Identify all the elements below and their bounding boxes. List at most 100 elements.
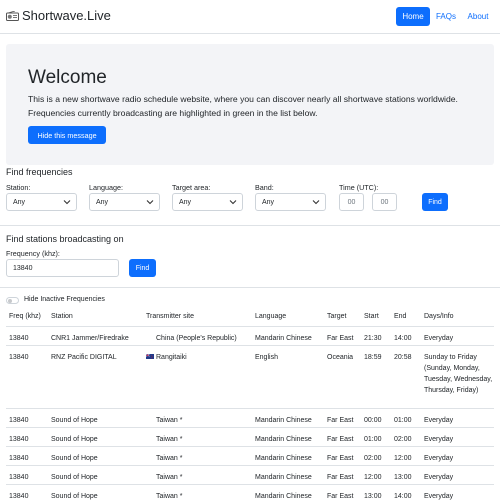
target-cell: Far East xyxy=(324,408,361,428)
days-cell: Sunday to Friday (Sunday, Monday, Tuesda… xyxy=(421,345,494,409)
start-cell: 18:59 xyxy=(361,345,391,409)
section-divider xyxy=(0,225,500,226)
site-cell: Taiwan * xyxy=(143,465,252,485)
welcome-jumbotron: Welcome This is a new shortwave radio sc… xyxy=(6,44,494,165)
language-cell: Mandarin Chinese xyxy=(252,465,324,485)
target-area-select[interactable]: Any xyxy=(172,193,243,211)
freq-cell: 13840 xyxy=(6,427,48,447)
station-select[interactable]: Any xyxy=(6,193,77,211)
column-header: Language xyxy=(252,308,324,327)
target-cell: Far East xyxy=(324,446,361,466)
nav-about[interactable]: About xyxy=(464,7,492,26)
start-cell: 12:00 xyxy=(361,465,391,485)
radio-icon xyxy=(6,10,19,21)
start-cell: 02:00 xyxy=(361,446,391,466)
freq-cell: 13840 xyxy=(6,484,48,500)
station-label: Station: xyxy=(6,183,31,192)
end-cell: 14:00 xyxy=(391,484,421,500)
end-cell: 01:00 xyxy=(391,408,421,428)
chevron-down-icon xyxy=(229,200,237,205)
end-cell: 14:00 xyxy=(391,326,421,346)
column-header: Start xyxy=(361,308,391,327)
start-cell: 13:00 xyxy=(361,484,391,500)
language-cell: Mandarin Chinese xyxy=(252,446,324,466)
table-row: 13840 Sound of Hope Taiwan * Mandarin Ch… xyxy=(6,465,494,485)
days-cell: Everyday xyxy=(421,446,494,466)
time-utc-label: Time (UTC): xyxy=(339,183,379,192)
target-cell: Far East xyxy=(324,326,361,346)
find-frequencies-title: Find frequencies xyxy=(6,167,73,177)
freq-cell: 13840 xyxy=(6,345,48,409)
end-cell: 02:00 xyxy=(391,427,421,447)
time-minute-input[interactable]: 00 xyxy=(372,193,397,211)
chevron-down-icon xyxy=(312,200,320,205)
chevron-down-icon xyxy=(63,200,71,205)
days-cell: Everyday xyxy=(421,484,494,500)
frequency-input[interactable]: 13840 xyxy=(6,259,119,277)
station-cell: Sound of Hope xyxy=(48,446,143,466)
site-cell: Taiwan * xyxy=(143,427,252,447)
target-cell: Far East xyxy=(324,465,361,485)
language-label: Language: xyxy=(89,183,123,192)
site-name: Rangitaiki xyxy=(156,353,187,361)
start-cell: 01:00 xyxy=(361,427,391,447)
station-cell: CNR1 Jammer/Firedrake xyxy=(48,326,143,346)
column-header: Target xyxy=(324,308,361,327)
language-cell: Mandarin Chinese xyxy=(252,326,324,346)
station-cell: RNZ Pacific DIGITAL xyxy=(48,345,143,409)
find-stations-button[interactable]: Find xyxy=(129,259,156,277)
column-header: Transmitter site xyxy=(143,308,252,327)
days-cell: Everyday xyxy=(421,408,494,428)
freq-cell: 13840 xyxy=(6,446,48,466)
brand-link[interactable]: Shortwave.Live xyxy=(6,8,111,23)
start-cell: 21:30 xyxy=(361,326,391,346)
welcome-text: This is a new shortwave radio schedule w… xyxy=(28,94,458,118)
freq-cell: 13840 xyxy=(6,465,48,485)
section-divider xyxy=(0,287,500,288)
language-select-value: Any xyxy=(96,198,109,206)
hide-inactive-toggle[interactable] xyxy=(6,297,19,304)
language-cell: Mandarin Chinese xyxy=(252,427,324,447)
band-select[interactable]: Any xyxy=(255,193,326,211)
site-cell: Rangitaiki xyxy=(143,345,252,409)
site-cell: Taiwan * xyxy=(143,408,252,428)
station-cell: Sound of Hope xyxy=(48,484,143,500)
target-area-select-value: Any xyxy=(179,198,192,206)
station-cell: Sound of Hope xyxy=(48,427,143,447)
language-cell: Mandarin Chinese xyxy=(252,408,324,428)
find-frequencies-button[interactable]: Find xyxy=(422,193,448,211)
column-header: Station xyxy=(48,308,143,327)
station-cell: Sound of Hope xyxy=(48,465,143,485)
site-cell: Taiwan * xyxy=(143,484,252,500)
frequency-table: Freq (khz) Station Transmitter site Lang… xyxy=(6,308,494,500)
time-hour-input[interactable]: 00 xyxy=(339,193,364,211)
column-header: End xyxy=(391,308,421,327)
language-select[interactable]: Any xyxy=(89,193,160,211)
language-cell: Mandarin Chinese xyxy=(252,484,324,500)
nav-faqs[interactable]: FAQs xyxy=(434,7,458,26)
table-row: 13840 CNR1 Jammer/Firedrake China (Peopl… xyxy=(6,326,494,346)
band-select-value: Any xyxy=(262,198,275,206)
hide-inactive-label: Hide Inactive Frequencies xyxy=(24,296,105,303)
navbar: Shortwave.Live Home FAQs About xyxy=(0,0,500,34)
freq-cell: 13840 xyxy=(6,326,48,346)
table-row: 13840 Sound of Hope Taiwan * Mandarin Ch… xyxy=(6,484,494,500)
site-cell: China (People's Republic) xyxy=(143,326,252,346)
nav-home[interactable]: Home xyxy=(396,7,430,26)
days-cell: Everyday xyxy=(421,465,494,485)
brand-name: Shortwave.Live xyxy=(22,8,111,23)
days-cell: Everyday xyxy=(421,427,494,447)
station-select-value: Any xyxy=(13,198,26,206)
language-cell: English xyxy=(252,345,324,409)
hide-message-button[interactable]: Hide this message xyxy=(28,126,106,144)
target-cell: Far East xyxy=(324,484,361,500)
table-row: 13840 Sound of Hope Taiwan * Mandarin Ch… xyxy=(6,427,494,447)
table-row: 13840 Sound of Hope Taiwan * Mandarin Ch… xyxy=(6,446,494,466)
chevron-down-icon xyxy=(146,200,154,205)
find-stations-title: Find stations broadcasting on xyxy=(6,234,124,244)
table-row: 13840 Sound of Hope Taiwan * Mandarin Ch… xyxy=(6,408,494,428)
target-area-label: Target area: xyxy=(172,183,211,192)
band-label: Band: xyxy=(255,183,274,192)
days-cell: Everyday xyxy=(421,326,494,346)
site-cell: Taiwan * xyxy=(143,446,252,466)
